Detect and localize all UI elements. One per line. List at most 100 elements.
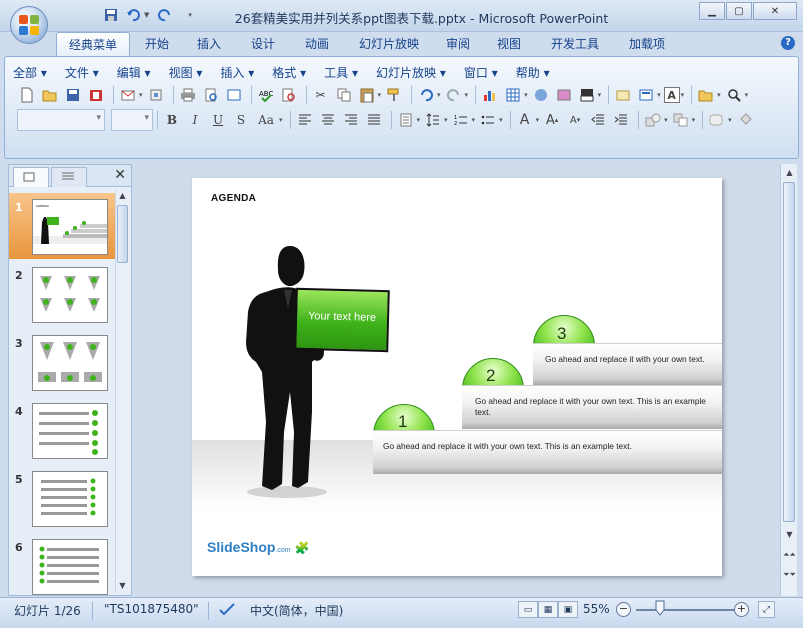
new-icon[interactable] [17, 85, 37, 105]
print-preview-icon[interactable] [201, 85, 221, 105]
theme-dropdown-icon[interactable]: ▾ [598, 91, 602, 99]
slide-heading[interactable]: AGENDA [211, 193, 256, 204]
step-text[interactable]: Go ahead and replace it with your own te… [475, 396, 707, 418]
zoom-in-icon[interactable]: + [734, 602, 749, 617]
slide-thumbnail[interactable]: 4 [9, 397, 115, 463]
bullets-dropdown-icon[interactable]: ▾ [499, 116, 503, 124]
slide-thumbnail[interactable]: 6 [9, 533, 115, 595]
scroll-thumb[interactable] [117, 205, 128, 263]
font-color-box-dropdown-icon[interactable]: ▾ [681, 91, 685, 99]
slide-sorter-icon[interactable]: ▦ [538, 601, 558, 618]
slide-thumbnail[interactable]: 1 AGENDA [9, 193, 115, 259]
clipart-icon[interactable] [531, 85, 551, 105]
maximize-button[interactable]: ▢ [726, 2, 752, 20]
zoom-slider-track[interactable] [636, 609, 740, 611]
arrange-dropdown-icon[interactable]: ▾ [692, 116, 696, 124]
italic-button[interactable]: I [185, 110, 205, 130]
decrease-indent-icon[interactable] [588, 110, 608, 130]
picture-icon[interactable] [554, 85, 574, 105]
folder-dropdown-icon[interactable]: ▾ [717, 91, 721, 99]
zoom-level[interactable]: 55% [583, 602, 610, 616]
email-icon[interactable] [118, 85, 138, 105]
menu-insert[interactable]: 插入 ▾ [220, 64, 254, 81]
scroll-down-icon[interactable]: ▼ [783, 528, 796, 542]
change-case-dropdown-icon[interactable]: ▾ [279, 116, 283, 124]
tab-insert[interactable]: 插入 [190, 32, 228, 56]
numbering-dropdown-icon[interactable]: ▾ [472, 116, 476, 124]
chart-icon[interactable] [480, 85, 500, 105]
green-sign-board[interactable]: Your text here [294, 287, 390, 353]
tab-classic-menu[interactable]: 经典菜单 [56, 32, 130, 56]
close-pane-icon[interactable]: ✕ [114, 167, 126, 183]
open-icon[interactable] [40, 85, 60, 105]
find-icon[interactable] [724, 85, 744, 105]
menu-format[interactable]: 格式 ▾ [272, 64, 306, 81]
font-size-combo[interactable] [111, 109, 153, 131]
tab-slides[interactable] [13, 167, 49, 187]
font-name-combo[interactable] [17, 109, 105, 131]
slideshow-view-icon[interactable]: ▣ [558, 601, 578, 618]
grow-font-icon[interactable]: A ▴ [542, 110, 562, 130]
table-icon[interactable] [503, 85, 523, 105]
zoom-slider-thumb[interactable] [655, 600, 665, 616]
shapes-icon[interactable] [643, 110, 663, 130]
research-icon[interactable] [279, 85, 299, 105]
bullets-icon[interactable] [478, 110, 498, 130]
sign-text[interactable]: Your text here [297, 310, 387, 324]
tab-view[interactable]: 视图 [490, 32, 528, 56]
help-icon[interactable]: ? [781, 36, 795, 50]
tab-slideshow[interactable]: 幻灯片放映 [350, 32, 428, 56]
next-slide-icon[interactable]: ⏷⏷ [783, 568, 796, 582]
change-case-button[interactable]: Aa [254, 110, 278, 130]
publish-icon[interactable] [146, 85, 166, 105]
thumbnails-scrollbar[interactable]: ▲ ▼ [115, 189, 129, 593]
tab-animations[interactable]: 动画 [298, 32, 336, 56]
font-color-icon[interactable]: A [515, 110, 535, 130]
font-color-dropdown-icon[interactable]: ▾ [536, 116, 540, 124]
tab-outline[interactable] [51, 167, 87, 187]
step-bar-1[interactable] [373, 430, 722, 474]
menu-tools[interactable]: 工具 ▾ [324, 64, 358, 81]
language[interactable]: 中文(简体，中国) [250, 602, 343, 619]
email-dropdown-icon[interactable]: ▾ [139, 91, 143, 99]
spelling-icon[interactable]: ABC [256, 85, 276, 105]
tab-addins[interactable]: 加载项 [620, 32, 674, 56]
shrink-font-icon[interactable]: A ▾ [565, 110, 585, 130]
text-direction-icon[interactable] [396, 110, 416, 130]
align-left-icon[interactable] [295, 110, 315, 130]
zoom-out-icon[interactable]: − [616, 602, 631, 617]
bold-button[interactable]: B [162, 110, 182, 130]
layout-dropdown-icon[interactable]: ▾ [657, 91, 661, 99]
tab-developer[interactable]: 开发工具 [542, 32, 608, 56]
find-dropdown-icon[interactable]: ▾ [745, 91, 749, 99]
paste-icon[interactable] [357, 85, 377, 105]
table-dropdown-icon[interactable]: ▾ [524, 91, 528, 99]
font-color-box-icon[interactable]: A [663, 87, 680, 103]
slide-canvas[interactable]: AGENDA Your text here 1 Go ahead and rep… [192, 178, 722, 576]
arrange-icon[interactable] [671, 110, 691, 130]
cut-icon[interactable]: ✂ [311, 85, 331, 105]
format-painter-icon[interactable] [384, 85, 404, 105]
spell-check-icon[interactable] [218, 602, 236, 619]
scroll-down-icon[interactable]: ▼ [116, 579, 129, 593]
scroll-thumb[interactable] [783, 182, 795, 522]
tab-home[interactable]: 开始 [138, 32, 176, 56]
shadow-button[interactable]: S [231, 110, 251, 130]
print-icon[interactable] [178, 85, 198, 105]
menu-edit[interactable]: 编辑 ▾ [117, 64, 151, 81]
slide-thumbnail[interactable]: 2 [9, 261, 115, 327]
normal-view-icon[interactable]: ▭ [518, 601, 538, 618]
minimize-button[interactable]: ▁ [699, 2, 725, 20]
close-button[interactable]: ✕ [753, 2, 797, 20]
previous-slide-icon[interactable]: ⏶⏶ [783, 548, 796, 562]
quick-styles-dropdown-icon[interactable]: ▾ [728, 116, 732, 124]
tab-review[interactable]: 审阅 [440, 32, 476, 56]
step-text[interactable]: Go ahead and replace it with your own te… [545, 354, 705, 365]
shape-fill-icon[interactable] [735, 110, 755, 130]
redo-icon[interactable] [444, 85, 464, 105]
underline-button[interactable]: U [208, 110, 228, 130]
menu-window[interactable]: 窗口 ▾ [464, 64, 498, 81]
scroll-up-icon[interactable]: ▲ [116, 189, 129, 203]
undo-dropdown-icon[interactable]: ▾ [437, 91, 441, 99]
quick-styles-icon[interactable] [707, 110, 727, 130]
